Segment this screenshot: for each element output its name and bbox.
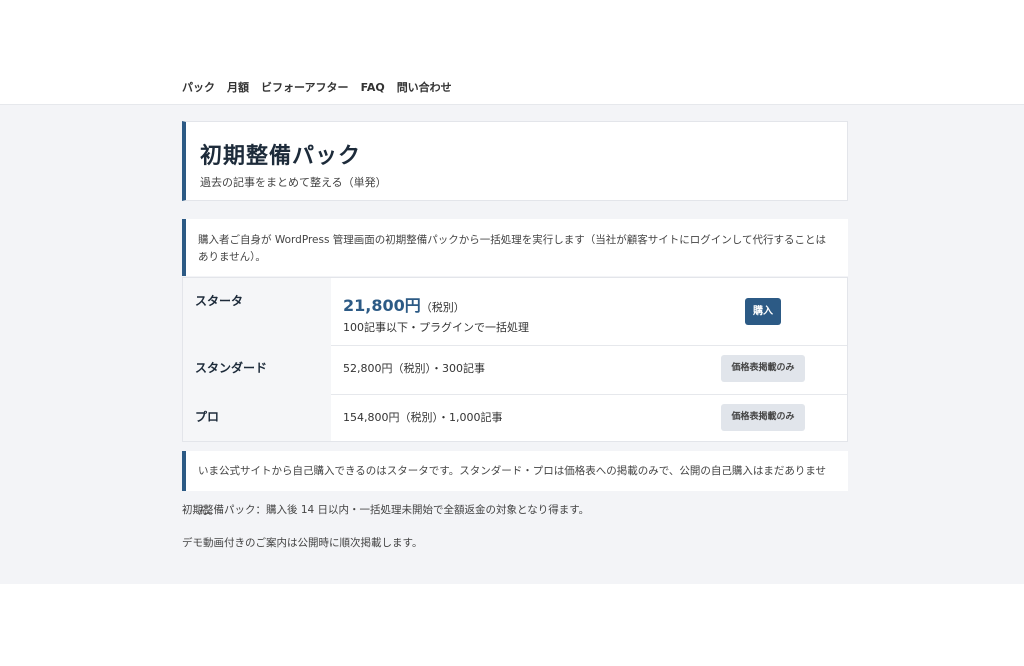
notice-bottom: いま公式サイトから自己購入できるのはスタータです。スタンダード・プロは価格表への…: [182, 451, 848, 517]
page-title: 初期整備パック: [200, 144, 362, 169]
plan-table: スタータ 21,800円（税別） 100記事以下・プラグインで一括処理 購入 ス…: [182, 277, 848, 442]
page-subtitle: 過去の記事をまとめて整える（単発）: [200, 176, 387, 189]
plan-row-pro: プロ 154,800円（税別）・1,000記事 価格表掲載のみ: [183, 394, 847, 441]
notice-top: 購入者ご自身が WordPress 管理画面の初期整備パックから一括処理を実行し…: [182, 219, 848, 276]
nav-link-before-after[interactable]: ビフォーアフター: [261, 81, 349, 95]
plan-row-standard: スタンダード 52,800円（税別）・300記事 価格表掲載のみ: [183, 345, 847, 395]
plan-tax-label: （税別）: [420, 301, 465, 314]
page-header-card: 初期整備パック 過去の記事をまとめて整える（単発）: [182, 121, 848, 201]
buy-button[interactable]: 購入: [745, 298, 781, 325]
plan-detail: 100記事以下・プラグインで一括処理: [343, 321, 529, 334]
plan-price: 21,800円: [343, 296, 421, 315]
plan-name-cell: スタンダード: [183, 345, 331, 394]
plan-detail: 52,800円（税別）・300記事: [343, 362, 485, 375]
plan-row-starter: スタータ 21,800円（税別） 100記事以下・プラグインで一括処理 購入: [183, 278, 847, 346]
plan-detail: 154,800円（税別）・1,000記事: [343, 411, 503, 424]
plan-name-cell: スタータ: [183, 278, 331, 345]
plan-name: スタンダード: [195, 361, 268, 375]
nav-link-pack[interactable]: パック: [182, 81, 215, 95]
nav-links: パック 月額 ビフォーアフター FAQ 問い合わせ: [182, 81, 464, 95]
price-list-only-button[interactable]: 価格表掲載のみ: [721, 355, 805, 382]
plan-price-line: 21,800円（税別）: [343, 292, 465, 316]
nav-link-contact[interactable]: 問い合わせ: [397, 81, 452, 95]
nav-link-faq[interactable]: FAQ: [361, 81, 385, 95]
plan-name: プロ: [195, 410, 220, 424]
nav-link-monthly[interactable]: 月額: [227, 81, 249, 95]
plan-name-cell: プロ: [183, 394, 331, 441]
refund-note: 初期整備パック：購入後 14 日以内・一括処理未開始で全額返金の対象となり得ます…: [182, 504, 590, 516]
price-list-only-button[interactable]: 価格表掲載のみ: [721, 404, 805, 431]
top-nav: パック 月額 ビフォーアフター FAQ 問い合わせ: [0, 72, 1024, 105]
demo-note: デモ動画付きのご案内は公開時に順次掲載します。: [182, 537, 423, 549]
plan-name: スタータ: [195, 294, 244, 308]
